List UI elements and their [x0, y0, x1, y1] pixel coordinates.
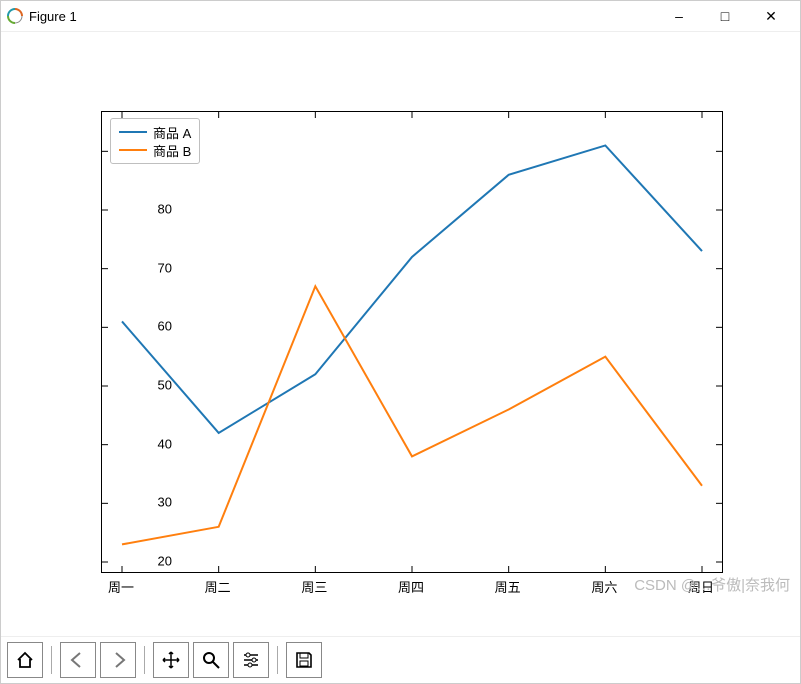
x-tick-label: 周三: [284, 577, 344, 596]
home-button[interactable]: [7, 642, 43, 678]
toolbar-separator: [277, 646, 278, 674]
legend-label: 商品 A: [153, 123, 191, 142]
toolbar: [1, 636, 800, 683]
maximize-button[interactable]: □: [702, 1, 748, 31]
config-icon: [241, 650, 261, 670]
close-icon: ✕: [765, 8, 777, 25]
back-icon: [68, 650, 88, 670]
window-title: Figure 1: [29, 9, 77, 24]
line-series[interactable]: [122, 145, 702, 432]
configure-button[interactable]: [233, 642, 269, 678]
figure-canvas[interactable]: 2030405060708090 周一周二周三周四周五周六周日 商品 A 商品 …: [1, 31, 800, 641]
legend-swatch: [119, 149, 147, 151]
toolbar-separator: [51, 646, 52, 674]
x-tick-label: 周五: [478, 577, 538, 596]
save-icon: [294, 650, 314, 670]
minimize-icon: –: [675, 8, 683, 24]
close-button[interactable]: ✕: [748, 1, 794, 31]
maximize-icon: □: [721, 8, 729, 24]
forward-button[interactable]: [100, 642, 136, 678]
back-button[interactable]: [60, 642, 96, 678]
x-tick-label: 周四: [381, 577, 441, 596]
zoom-icon: [201, 650, 221, 670]
save-button[interactable]: [286, 642, 322, 678]
x-tick-label: 周二: [188, 577, 248, 596]
x-tick-label: 周一: [91, 577, 151, 596]
titlebar[interactable]: Figure 1 – □ ✕: [1, 1, 800, 32]
watermark: CSDN @…爷傲|奈我何: [634, 574, 790, 595]
forward-icon: [108, 650, 128, 670]
pan-icon: [161, 650, 181, 670]
app-icon: [7, 8, 23, 24]
toolbar-separator: [144, 646, 145, 674]
legend-swatch: [119, 131, 147, 133]
legend-label: 商品 B: [153, 141, 191, 160]
legend-item[interactable]: 商品 B: [119, 141, 191, 159]
pan-button[interactable]: [153, 642, 189, 678]
minimize-button[interactable]: –: [656, 1, 702, 31]
legend-item[interactable]: 商品 A: [119, 123, 191, 141]
zoom-button[interactable]: [193, 642, 229, 678]
legend[interactable]: 商品 A 商品 B: [110, 118, 200, 164]
figure-window: Figure 1 – □ ✕ 2030405060708090 周一周二周三周四…: [0, 0, 801, 684]
x-tick-label: 周六: [574, 577, 634, 596]
line-series[interactable]: [122, 286, 702, 544]
home-icon: [15, 650, 35, 670]
axes[interactable]: 商品 A 商品 B: [101, 111, 723, 573]
